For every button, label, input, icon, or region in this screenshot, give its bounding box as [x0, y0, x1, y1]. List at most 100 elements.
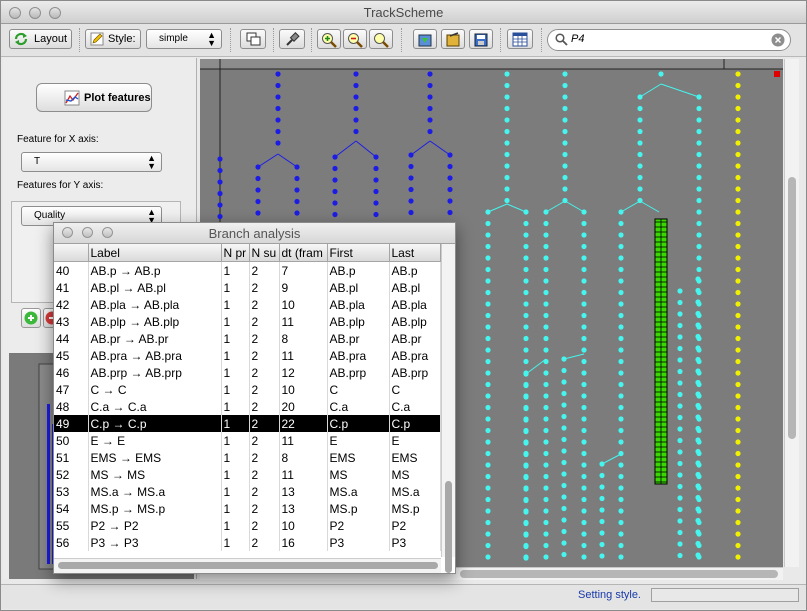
track-spot-dot[interactable]	[618, 531, 624, 537]
track-spot-dot[interactable]	[275, 117, 281, 123]
track-spot-dot[interactable]	[735, 301, 741, 307]
track-spot-dot[interactable]	[485, 393, 491, 399]
track-spot-dot[interactable]	[599, 484, 605, 490]
track-spot-dot[interactable]	[677, 311, 683, 317]
track-spot-dot[interactable]	[275, 140, 281, 146]
track-spot-dot[interactable]	[294, 210, 300, 216]
column-header[interactable]: dt (fram	[279, 244, 328, 262]
track-spot-dot[interactable]	[504, 71, 510, 77]
track-spot-dot[interactable]	[485, 404, 491, 411]
track-spot-dot[interactable]	[677, 403, 683, 409]
track-spot-dot[interactable]	[637, 128, 643, 135]
track-spot-dot[interactable]	[677, 449, 683, 455]
track-spot-dot[interactable]	[581, 255, 587, 261]
track-spot-dot[interactable]	[695, 299, 701, 305]
track-spot-dot[interactable]	[581, 370, 587, 376]
track-spot-dot[interactable]	[543, 531, 549, 537]
track-spot-dot[interactable]	[332, 165, 338, 172]
track-spot-dot[interactable]	[696, 94, 702, 100]
track-spot-dot[interactable]	[695, 402, 701, 409]
track-spot-dot[interactable]	[408, 175, 414, 181]
track-spot-dot[interactable]	[562, 117, 568, 123]
table-row[interactable]: 54 MS.p → MS.p 1 2 13 MS.p MS.p	[54, 500, 441, 517]
track-spot-dot[interactable]	[543, 404, 549, 411]
track-spot-dot[interactable]	[217, 179, 223, 185]
track-spot-dot[interactable]	[735, 519, 741, 526]
track-spot-dot[interactable]	[696, 209, 702, 215]
track-spot-dot[interactable]	[735, 255, 741, 261]
track-spot-dot[interactable]	[735, 450, 741, 457]
track-spot-dot[interactable]	[581, 496, 587, 503]
track-spot-dot[interactable]	[504, 186, 510, 192]
track-spot-dot[interactable]	[695, 471, 701, 478]
track-spot-dot[interactable]	[735, 427, 741, 434]
track-spot-dot[interactable]	[504, 82, 510, 89]
column-header[interactable]	[54, 244, 89, 262]
track-spot-dot[interactable]	[485, 255, 491, 261]
track-spot-dot[interactable]	[618, 485, 624, 491]
track-spot-dot[interactable]	[275, 105, 281, 112]
track-spot-dot[interactable]	[523, 520, 529, 527]
track-spot-dot[interactable]	[543, 473, 549, 480]
track-spot-dot[interactable]	[561, 517, 567, 523]
search-field[interactable]: P4	[547, 29, 791, 51]
track-spot-dot[interactable]	[735, 531, 741, 537]
track-spot-dot[interactable]	[561, 505, 567, 512]
track-spot-dot[interactable]	[735, 94, 741, 100]
track-spot-dot[interactable]	[618, 439, 624, 445]
dialog-horizontal-scrollbar[interactable]	[54, 558, 441, 573]
track-spot-dot[interactable]	[581, 381, 587, 388]
table-view-button[interactable]	[507, 29, 533, 49]
track-spot-dot[interactable]	[255, 210, 261, 216]
track-spot-dot[interactable]	[677, 518, 683, 524]
track-spot-dot[interactable]	[618, 404, 624, 411]
track-spot-dot[interactable]	[677, 437, 683, 444]
track-spot-dot[interactable]	[696, 128, 702, 135]
table-row[interactable]: 49 C.p → C.p 1 2 22 C.p C.p	[54, 415, 441, 432]
column-header[interactable]: First	[327, 244, 390, 262]
track-spot-dot[interactable]	[255, 198, 261, 205]
track-spot-dot[interactable]	[735, 174, 741, 181]
track-spot-dot[interactable]	[485, 220, 491, 227]
track-spot-dot[interactable]	[695, 414, 701, 420]
import-button[interactable]	[413, 29, 437, 49]
column-header[interactable]: Label	[88, 244, 222, 262]
track-spot-dot[interactable]	[677, 506, 683, 513]
track-spot-dot[interactable]	[581, 439, 587, 445]
export-button[interactable]	[441, 29, 465, 49]
track-spot-dot[interactable]	[581, 393, 587, 399]
track-spot-dot[interactable]	[735, 496, 741, 503]
track-spot-dot[interactable]	[217, 190, 223, 197]
zoom-in-button[interactable]	[317, 29, 341, 49]
track-spot-dot[interactable]	[695, 460, 701, 466]
track-spot-dot[interactable]	[217, 156, 223, 162]
track-spot-dot[interactable]	[695, 276, 701, 282]
track-spot-dot[interactable]	[581, 519, 587, 526]
track-spot-dot[interactable]	[735, 186, 741, 192]
track-spot-dot[interactable]	[695, 287, 701, 294]
table-row[interactable]: 43 AB.plp → AB.plp 1 2 11 AB.plp AB.plp	[54, 313, 441, 330]
track-spot-dot[interactable]	[618, 255, 624, 261]
table-row[interactable]: 55 P2 → P2 1 2 10 P2 P2	[54, 517, 441, 534]
track-spot-dot[interactable]	[581, 335, 587, 342]
track-spot-dot[interactable]	[523, 382, 529, 389]
track-spot-dot[interactable]	[618, 335, 624, 342]
track-spot-dot[interactable]	[562, 174, 568, 181]
track-spot-dot[interactable]	[677, 334, 683, 340]
track-spot-dot[interactable]	[485, 496, 491, 503]
track-spot-dot[interactable]	[408, 198, 414, 204]
track-spot-dot[interactable]	[735, 220, 741, 227]
track-spot-dot[interactable]	[543, 255, 549, 261]
track-spot-dot[interactable]	[485, 347, 491, 353]
table-row[interactable]: 48 C.a → C.a 1 2 20 C.a C.a	[54, 398, 441, 415]
track-spot-dot[interactable]	[504, 128, 510, 135]
track-spot-dot[interactable]	[637, 186, 643, 192]
track-spot-dot[interactable]	[543, 289, 549, 296]
track-spot-dot[interactable]	[561, 448, 567, 454]
track-spot-dot[interactable]	[543, 243, 549, 250]
track-spot-dot[interactable]	[353, 105, 359, 112]
track-spot-dot[interactable]	[523, 209, 529, 215]
track-spot-dot[interactable]	[581, 416, 587, 422]
track-spot-dot[interactable]	[735, 508, 741, 514]
track-spot-dot[interactable]	[696, 174, 702, 181]
